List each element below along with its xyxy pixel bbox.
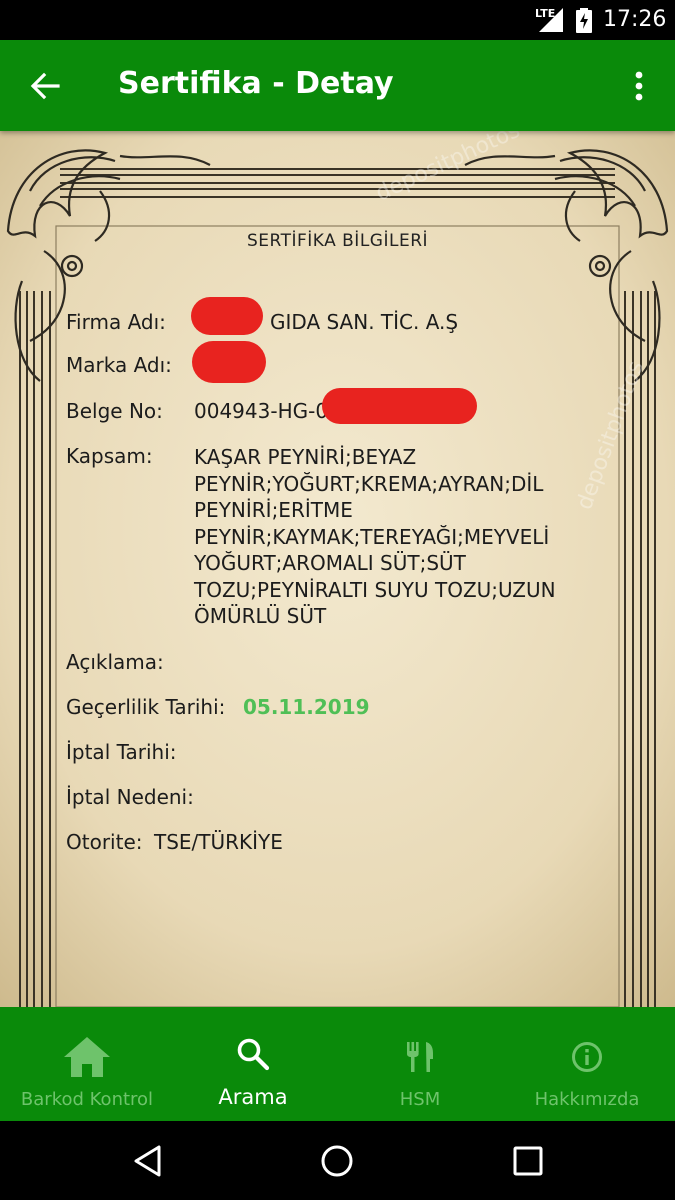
battery-charging-icon bbox=[576, 8, 592, 33]
nav-label: HSM bbox=[399, 1089, 441, 1110]
triangle-back-icon bbox=[134, 1145, 161, 1177]
firma-row: Firma Adı: bbox=[66, 310, 166, 334]
gecerlilik-value: 05.11.2019 bbox=[243, 695, 370, 719]
info-icon bbox=[572, 1042, 602, 1072]
aciklama-row: Açıklama: bbox=[66, 650, 164, 674]
marka-label: Marka Adı: bbox=[66, 353, 172, 377]
nav-item-arama[interactable]: Arama bbox=[169, 1007, 337, 1121]
system-back-button[interactable] bbox=[126, 1139, 170, 1183]
clock: 17:26 bbox=[603, 7, 667, 32]
kapsam-row: Kapsam: bbox=[66, 444, 153, 468]
search-icon bbox=[237, 1038, 270, 1071]
firma-label: Firma Adı: bbox=[66, 310, 166, 334]
nav-label: Barkod Kontrol bbox=[20, 1089, 154, 1110]
square-recents-icon bbox=[513, 1146, 543, 1176]
firma-value: GIDA SAN. TİC. A.Ş bbox=[270, 310, 459, 334]
home-icon bbox=[64, 1037, 110, 1077]
iptal-tarihi-row: İptal Tarihi: bbox=[66, 740, 177, 764]
kapsam-value: KAŞAR PEYNİRİ;BEYAZ PEYNİR;YOĞURT;KREMA;… bbox=[194, 445, 556, 628]
nav-item-hsm[interactable]: HSM bbox=[336, 1007, 504, 1121]
back-button[interactable] bbox=[18, 60, 74, 112]
iptal-nedeni-row: İptal Nedeni: bbox=[66, 785, 194, 809]
certificate-panel: depositphotos depositphotos SERTİFİKA Bİ… bbox=[0, 131, 675, 1007]
nav-item-barkod-kontrol[interactable]: Barkod Kontrol bbox=[3, 1007, 171, 1121]
iptal-tarihi-label: İptal Tarihi: bbox=[66, 740, 177, 764]
more-vert-icon bbox=[635, 71, 643, 101]
arrow-back-icon bbox=[30, 72, 60, 100]
page-title: Sertifika - Detay bbox=[118, 66, 394, 101]
restaurant-icon bbox=[407, 1042, 433, 1072]
otorite-label: Otorite: bbox=[66, 830, 143, 854]
system-navigation-bar bbox=[0, 1121, 675, 1200]
redaction-mark bbox=[192, 341, 266, 383]
marka-row: Marka Adı: bbox=[66, 353, 172, 377]
nav-label: Arama bbox=[218, 1085, 288, 1109]
nav-label: Hakkımızda bbox=[534, 1089, 640, 1110]
nav-item-hakkimizda[interactable]: Hakkımızda bbox=[503, 1007, 671, 1121]
redaction-mark bbox=[191, 297, 263, 335]
certificate-heading: SERTİFİKA BİLGİLERİ bbox=[246, 231, 429, 251]
redaction-mark bbox=[322, 388, 477, 424]
gecerlilik-row: Geçerlilik Tarihi: bbox=[66, 695, 225, 719]
belge-value: 004943-HG-0 bbox=[194, 399, 329, 423]
circle-home-icon bbox=[321, 1145, 353, 1177]
iptal-nedeni-label: İptal Nedeni: bbox=[66, 785, 194, 809]
system-home-button[interactable] bbox=[315, 1139, 359, 1183]
belge-label: Belge No: bbox=[66, 399, 163, 423]
gecerlilik-label: Geçerlilik Tarihi: bbox=[66, 695, 226, 719]
overflow-menu-button[interactable] bbox=[622, 62, 656, 110]
system-recents-button[interactable] bbox=[506, 1139, 550, 1183]
app-bar: Sertifika - Detay bbox=[0, 40, 675, 131]
otorite-value: TSE/TÜRKİYE bbox=[154, 830, 283, 854]
aciklama-label: Açıklama: bbox=[66, 650, 164, 674]
bottom-navigation: Barkod Kontrol Arama HSM Hakkımızda bbox=[0, 1007, 675, 1121]
otorite-row: Otorite: bbox=[66, 830, 142, 854]
kapsam-label: Kapsam: bbox=[66, 444, 153, 468]
belge-row: Belge No: bbox=[66, 399, 163, 423]
status-bar: LTE 17:26 bbox=[0, 0, 675, 40]
network-type-label: LTE bbox=[535, 7, 556, 20]
